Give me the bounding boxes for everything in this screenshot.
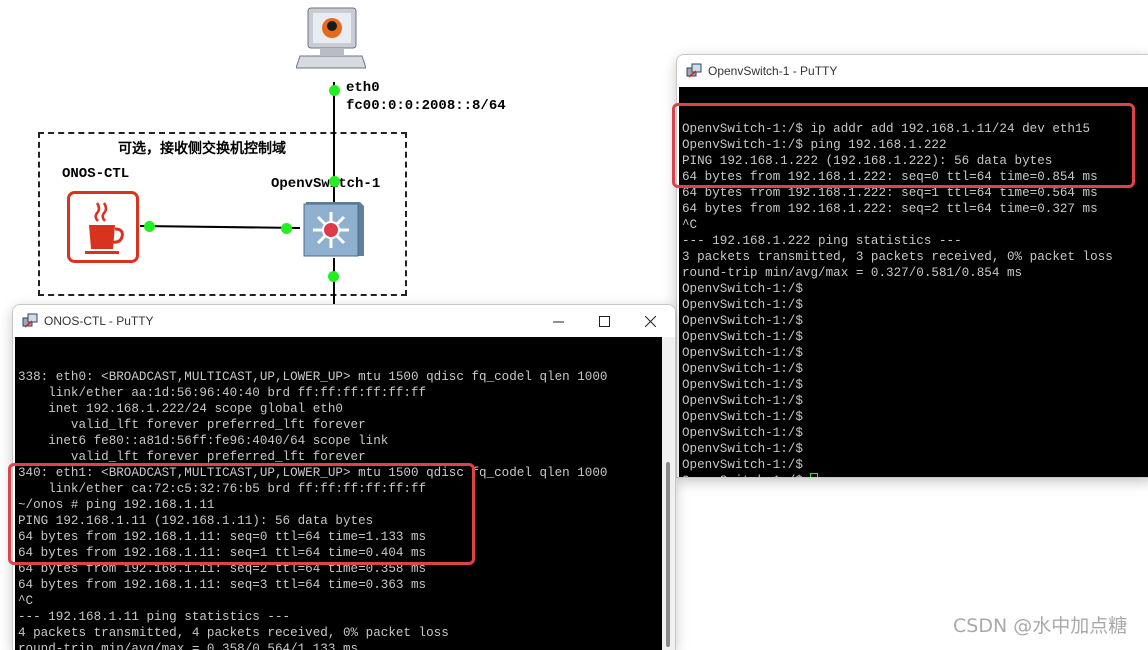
- putty-icon: [686, 63, 702, 78]
- switch-label: OpenvSwitch-1: [271, 176, 381, 192]
- ovs-terminal-line: OpenvSwitch-1:/$: [682, 346, 803, 360]
- ovs-terminal-line: ^C: [682, 218, 698, 232]
- network-switch-icon[interactable]: [300, 198, 366, 260]
- onos-terminal-line: 338: eth0: <BROADCAST,MULTICAST,UP,LOWER…: [18, 370, 608, 384]
- watermark: CSDN @水中加点糖: [953, 615, 1128, 637]
- ovs-terminal-line: OpenvSwitch-1:/$: [682, 378, 803, 392]
- switch-port-dot-bottom: [328, 271, 339, 282]
- onos-scrollbar[interactable]: [662, 337, 675, 650]
- close-icon: [644, 315, 656, 327]
- ovs-terminal-line: OpenvSwitch-1:/$: [682, 362, 803, 376]
- onos-terminal-line: link/ether aa:1d:56:96:40:40 brd ff:ff:f…: [18, 386, 427, 400]
- switch-port-dot-top: [329, 176, 340, 187]
- controller-port-dot: [144, 221, 155, 232]
- onos-window-title: ONOS-CTL - PuTTY: [44, 314, 154, 328]
- ovs-ping-highlight: [672, 103, 1135, 188]
- computer-icon[interactable]: [296, 6, 366, 76]
- ovs-terminal-line: 3 packets transmitted, 3 packets receive…: [682, 250, 1113, 264]
- onos-terminal-line: valid_lft forever preferred_lft forever: [18, 418, 366, 432]
- host-interface-label: eth0: [346, 80, 380, 96]
- host-port-dot: [329, 85, 340, 96]
- maximize-button[interactable]: [581, 305, 627, 337]
- ovs-window-title: OpenvSwitch-1 - PuTTY: [708, 64, 838, 78]
- onos-terminal-line: inet 192.168.1.222/24 scope global eth0: [18, 402, 343, 416]
- ovs-terminal-line: OpenvSwitch-1:/$: [682, 330, 803, 344]
- ovs-terminal-line: OpenvSwitch-1:/$: [682, 410, 803, 424]
- close-button[interactable]: [627, 305, 673, 337]
- onos-scrollbar-thumb[interactable]: [666, 462, 670, 647]
- minimize-icon: [552, 321, 564, 322]
- ovs-terminal-line: 64 bytes from 192.168.1.222: seq=2 ttl=6…: [682, 202, 1098, 216]
- host-address-label: fc00:0:0:2008::8/64: [346, 98, 506, 114]
- putty-icon: [22, 313, 38, 328]
- ovs-terminal-line: OpenvSwitch-1:/$: [682, 473, 1148, 477]
- ovs-terminal-line: OpenvSwitch-1:/$: [682, 442, 803, 456]
- onos-terminal-line: 4 packets transmitted, 4 packets receive…: [18, 626, 449, 640]
- ovs-terminal-line: OpenvSwitch-1:/$: [682, 458, 803, 472]
- onos-terminal-line: --- 192.168.1.11 ping statistics ---: [18, 610, 291, 624]
- onos-titlebar[interactable]: ONOS-CTL - PuTTY: [13, 305, 675, 337]
- ovs-terminal-line: OpenvSwitch-1:/$: [682, 282, 803, 296]
- terminal-cursor: [810, 473, 819, 477]
- link-ctl-switch: [139, 225, 301, 229]
- maximize-icon: [598, 315, 610, 327]
- ovs-terminal-line: OpenvSwitch-1:/$: [682, 298, 803, 312]
- ovs-terminal-line: round-trip min/avg/max = 0.327/0.581/0.8…: [682, 266, 1023, 280]
- ovs-titlebar[interactable]: OpenvSwitch-1 - PuTTY: [677, 55, 1148, 87]
- onos-terminal-line: round-trip min/avg/max = 0.358/0.564/1.1…: [18, 642, 359, 650]
- minimize-button[interactable]: [535, 305, 581, 337]
- controller-label: ONOS-CTL: [62, 166, 130, 182]
- onos-terminal-line: ^C: [18, 594, 34, 608]
- ovs-terminal-line: OpenvSwitch-1:/$: [682, 314, 803, 328]
- onos-terminal-line: inet6 fe80::a81d:56ff:fe96:4040/64 scope…: [18, 434, 389, 448]
- ovs-terminal-line: --- 192.168.1.222 ping statistics ---: [682, 234, 962, 248]
- switch-port-dot-left: [281, 223, 292, 234]
- java-coffee-icon[interactable]: [67, 191, 139, 263]
- ovs-terminal-line: OpenvSwitch-1:/$: [682, 394, 803, 408]
- ovs-terminal-line: OpenvSwitch-1:/$: [682, 426, 803, 440]
- onos-ping-highlight: [8, 463, 475, 565]
- onos-terminal-line: 64 bytes from 192.168.1.11: seq=3 ttl=64…: [18, 578, 427, 592]
